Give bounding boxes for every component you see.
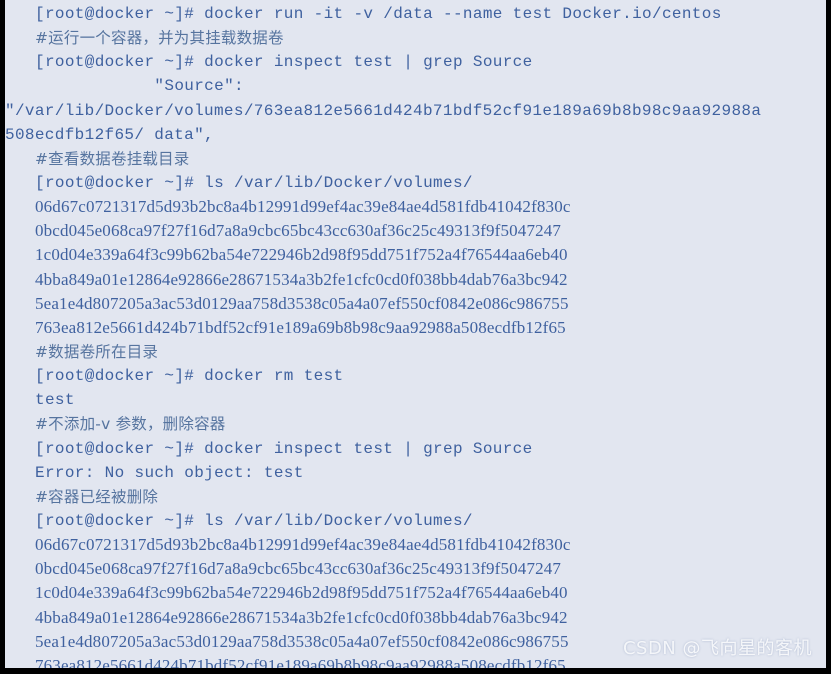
vol-hash-6b: 763ea812e5661d424b71bdf52cf91e189a69b8b9… (35, 655, 566, 674)
vol-hash-6a: 763ea812e5661d424b71bdf52cf91e189a69b8b9… (35, 317, 566, 337)
out-error-no-object: Error: No such object: test (35, 463, 304, 482)
vol-hash-5b: 5ea1e4d807205a3ac53d0129aa758d3538c05a4a… (35, 631, 569, 651)
terminal-window: [root@docker ~]# docker run -it -v /data… (0, 0, 831, 674)
comment-container-del: #容器已经被删除 (35, 487, 159, 506)
out-source-path-2: 508ecdfb12f65/ data", (5, 125, 214, 144)
terminal-output: [root@docker ~]# docker run -it -v /data… (5, 2, 826, 674)
cmd-docker-run: [root@docker ~]# docker run -it -v /data… (35, 5, 722, 23)
out-source-key: "Source": (35, 77, 244, 96)
out-source-path-1: "/var/lib/Docker/volumes/763ea812e5661d4… (5, 101, 762, 120)
comment-run-container: #运行一个容器，并为其挂载数据卷 (35, 29, 284, 48)
comment-no-v-flag: #不添加-v 参数，删除容器 (35, 415, 226, 434)
cmd-ls-volumes-1: [root@docker ~]# ls /var/lib/Docker/volu… (35, 173, 473, 192)
cmd-ls-volumes-2: [root@docker ~]# ls /var/lib/Docker/volu… (35, 511, 473, 530)
vol-hash-4b: 4bba849a01e12864e92866e28671534a3b2fe1cf… (35, 607, 568, 627)
vol-hash-2b: 0bcd045e068ca97f27f16d7a8a9cbc65bc43cc63… (35, 559, 562, 579)
out-rm-result: test (35, 391, 75, 410)
cmd-inspect-1: [root@docker ~]# docker inspect test | g… (35, 53, 533, 72)
vol-hash-1b: 06d67c0721317d5d93b2bc8a4b12991d99ef4ac3… (35, 535, 571, 555)
vol-hash-3a: 1c0d04e339a64f3c99b62ba54e722946b2d98f95… (35, 245, 568, 265)
cmd-inspect-2: [root@docker ~]# docker inspect test | g… (35, 439, 533, 458)
vol-hash-5a: 5ea1e4d807205a3ac53d0129aa758d3538c05a4a… (35, 293, 569, 313)
vol-hash-4a: 4bba849a01e12864e92866e28671534a3b2fe1cf… (35, 269, 568, 289)
comment-view-mount: #查看数据卷挂载目录 (35, 149, 190, 168)
vol-hash-3b: 1c0d04e339a64f3c99b62ba54e722946b2d98f95… (35, 583, 568, 603)
cmd-docker-rm: [root@docker ~]# docker rm test (35, 367, 344, 386)
vol-hash-2a: 0bcd045e068ca97f27f16d7a8a9cbc65bc43cc63… (35, 221, 562, 241)
comment-volume-dir: #数据卷所在目录 (35, 342, 159, 361)
vol-hash-1a: 06d67c0721317d5d93b2bc8a4b12991d99ef4ac3… (35, 197, 571, 217)
